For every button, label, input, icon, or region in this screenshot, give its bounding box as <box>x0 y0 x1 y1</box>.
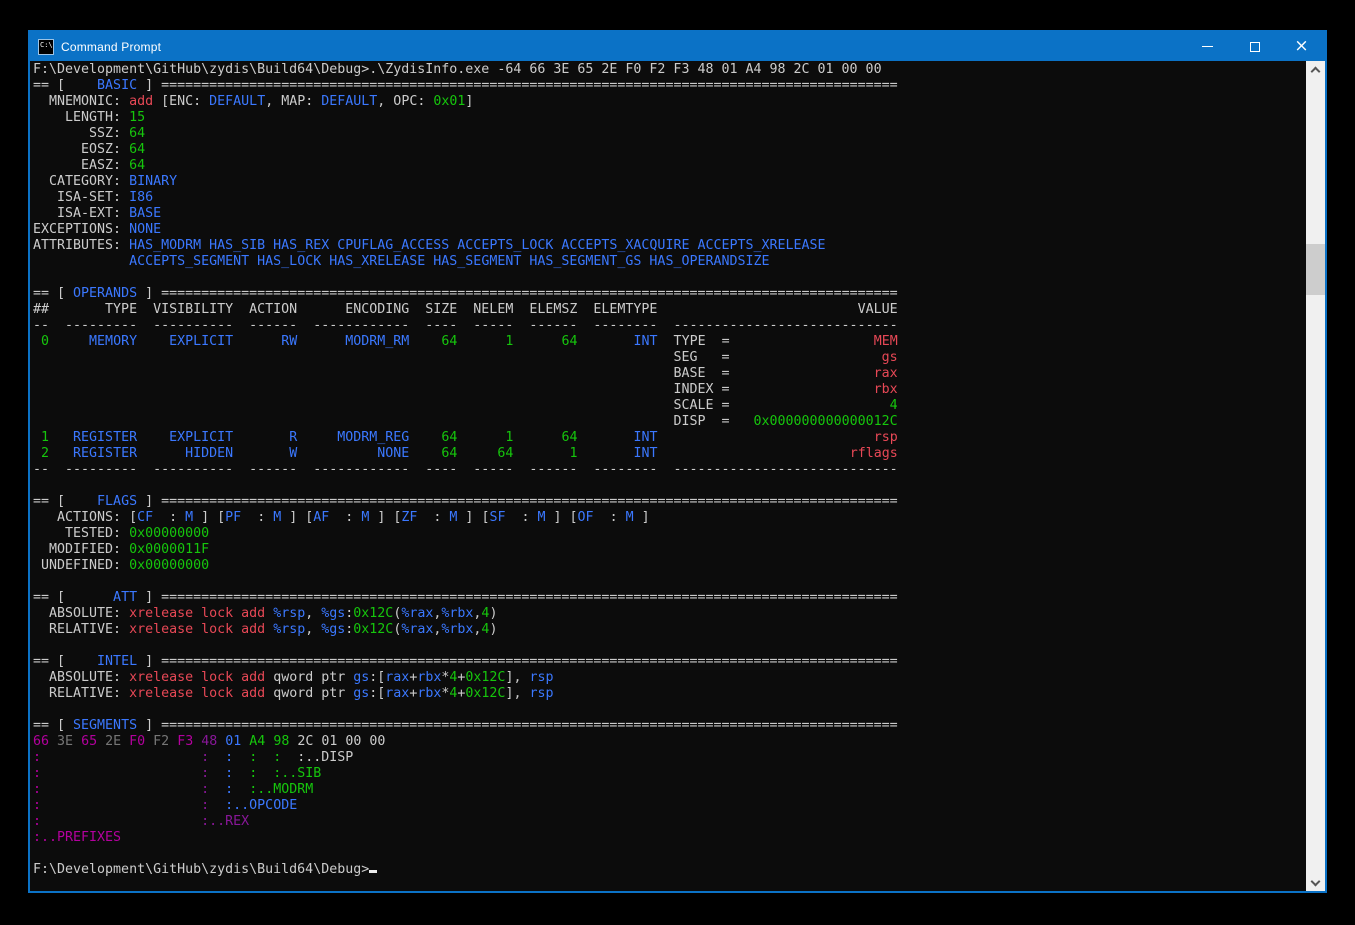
terminal-line: 1 REGISTER EXPLICIT R MODRM_REG 64 1 64 … <box>33 430 1306 446</box>
terminal-line: INDEX = rbx <box>33 382 1306 398</box>
terminal-line: 2 REGISTER HIDDEN W NONE 64 64 1 INT rfl… <box>33 446 1306 462</box>
scrollbar-thumb[interactable] <box>1306 244 1325 295</box>
command-prompt-window: C:\ Command Prompt × F:\Development\GitH… <box>28 30 1327 893</box>
terminal-line <box>33 478 1306 494</box>
terminal-line: ISA-SET: I86 <box>33 190 1306 206</box>
terminal-line <box>33 574 1306 590</box>
terminal-line: UNDEFINED: 0x00000000 <box>33 558 1306 574</box>
terminal-line: == [ BASIC ] ===========================… <box>33 78 1306 94</box>
terminal-line: ABSOLUTE: xrelease lock add qword ptr gs… <box>33 670 1306 686</box>
window-title: Command Prompt <box>61 40 161 54</box>
terminal-line: TESTED: 0x00000000 <box>33 526 1306 542</box>
terminal-line: == [ FLAGS ] ===========================… <box>33 494 1306 510</box>
scroll-up-button[interactable] <box>1306 61 1325 78</box>
terminal-line <box>33 270 1306 286</box>
title-bar[interactable]: C:\ Command Prompt × <box>30 32 1325 61</box>
close-button[interactable]: × <box>1278 32 1325 61</box>
terminal-line: CATEGORY: BINARY <box>33 174 1306 190</box>
terminal-line: ACTIONS: [CF : M ] [PF : M ] [AF : M ] [… <box>33 510 1306 526</box>
terminal-line: : : : : :..SIB <box>33 766 1306 782</box>
terminal-line: RELATIVE: xrelease lock add qword ptr gs… <box>33 686 1306 702</box>
terminal-line: ATTRIBUTES: HAS_MODRM HAS_SIB HAS_REX CP… <box>33 238 1306 254</box>
chevron-down-icon <box>1311 876 1321 886</box>
terminal-line: ## TYPE VISIBILITY ACTION ENCODING SIZE … <box>33 302 1306 318</box>
terminal-line: == [ ATT ] =============================… <box>33 590 1306 606</box>
terminal-line: -- --------- ---------- ------ ---------… <box>33 318 1306 334</box>
terminal-line: MODIFIED: 0x0000011F <box>33 542 1306 558</box>
terminal-line: BASE = rax <box>33 366 1306 382</box>
terminal-line: EOSZ: 64 <box>33 142 1306 158</box>
terminal-line: : : :..OPCODE <box>33 798 1306 814</box>
window-body: F:\Development\GitHub\zydis\Build64\Debu… <box>30 61 1325 891</box>
terminal-output[interactable]: F:\Development\GitHub\zydis\Build64\Debu… <box>30 61 1306 891</box>
window-controls: × <box>1184 32 1325 61</box>
terminal-line <box>33 638 1306 654</box>
terminal-line: ACCEPTS_SEGMENT HAS_LOCK HAS_XRELEASE HA… <box>33 254 1306 270</box>
terminal-line <box>33 846 1306 862</box>
scroll-down-button[interactable] <box>1306 874 1325 891</box>
terminal-line: SCALE = 4 <box>33 398 1306 414</box>
terminal-line: EXCEPTIONS: NONE <box>33 222 1306 238</box>
desktop-background: { "window": { "title": "Command Prompt",… <box>0 0 1355 925</box>
terminal-line: : : : :..MODRM <box>33 782 1306 798</box>
terminal-line: == [ SEGMENTS ] ========================… <box>33 718 1306 734</box>
terminal-line: ABSOLUTE: xrelease lock add %rsp, %gs:0x… <box>33 606 1306 622</box>
terminal-line: == [ INTEL ] ===========================… <box>33 654 1306 670</box>
terminal-line: SSZ: 64 <box>33 126 1306 142</box>
terminal-line: LENGTH: 15 <box>33 110 1306 126</box>
terminal-line: F:\Development\GitHub\zydis\Build64\Debu… <box>33 62 1306 78</box>
terminal-line: -- --------- ---------- ------ ---------… <box>33 462 1306 478</box>
close-icon: × <box>1294 38 1308 55</box>
chevron-up-icon <box>1311 66 1321 76</box>
terminal-line: == [ OPERANDS ] ========================… <box>33 286 1306 302</box>
terminal-line: 66 3E 65 2E F0 F2 F3 48 01 A4 98 2C 01 0… <box>33 734 1306 750</box>
text-cursor <box>369 870 377 873</box>
scrollbar-track[interactable] <box>1306 61 1325 891</box>
terminal-line: DISP = 0x000000000000012C <box>33 414 1306 430</box>
maximize-button[interactable] <box>1231 32 1278 61</box>
terminal-line: : :..REX <box>33 814 1306 830</box>
minimize-icon <box>1202 46 1213 47</box>
terminal-line: F:\Development\GitHub\zydis\Build64\Debu… <box>33 862 1306 878</box>
terminal-line: RELATIVE: xrelease lock add %rsp, %gs:0x… <box>33 622 1306 638</box>
terminal-line: MNEMONIC: add [ENC: DEFAULT, MAP: DEFAUL… <box>33 94 1306 110</box>
terminal-line: ISA-EXT: BASE <box>33 206 1306 222</box>
terminal-line: 0 MEMORY EXPLICIT RW MODRM_RM 64 1 64 IN… <box>33 334 1306 350</box>
terminal-line: SEG = gs <box>33 350 1306 366</box>
terminal-line: EASZ: 64 <box>33 158 1306 174</box>
terminal-line: : : : : : :..DISP <box>33 750 1306 766</box>
maximize-icon <box>1250 42 1260 52</box>
minimize-button[interactable] <box>1184 32 1231 61</box>
cmd-icon: C:\ <box>38 39 54 55</box>
terminal-line: :..PREFIXES <box>33 830 1306 846</box>
terminal-line <box>33 702 1306 718</box>
